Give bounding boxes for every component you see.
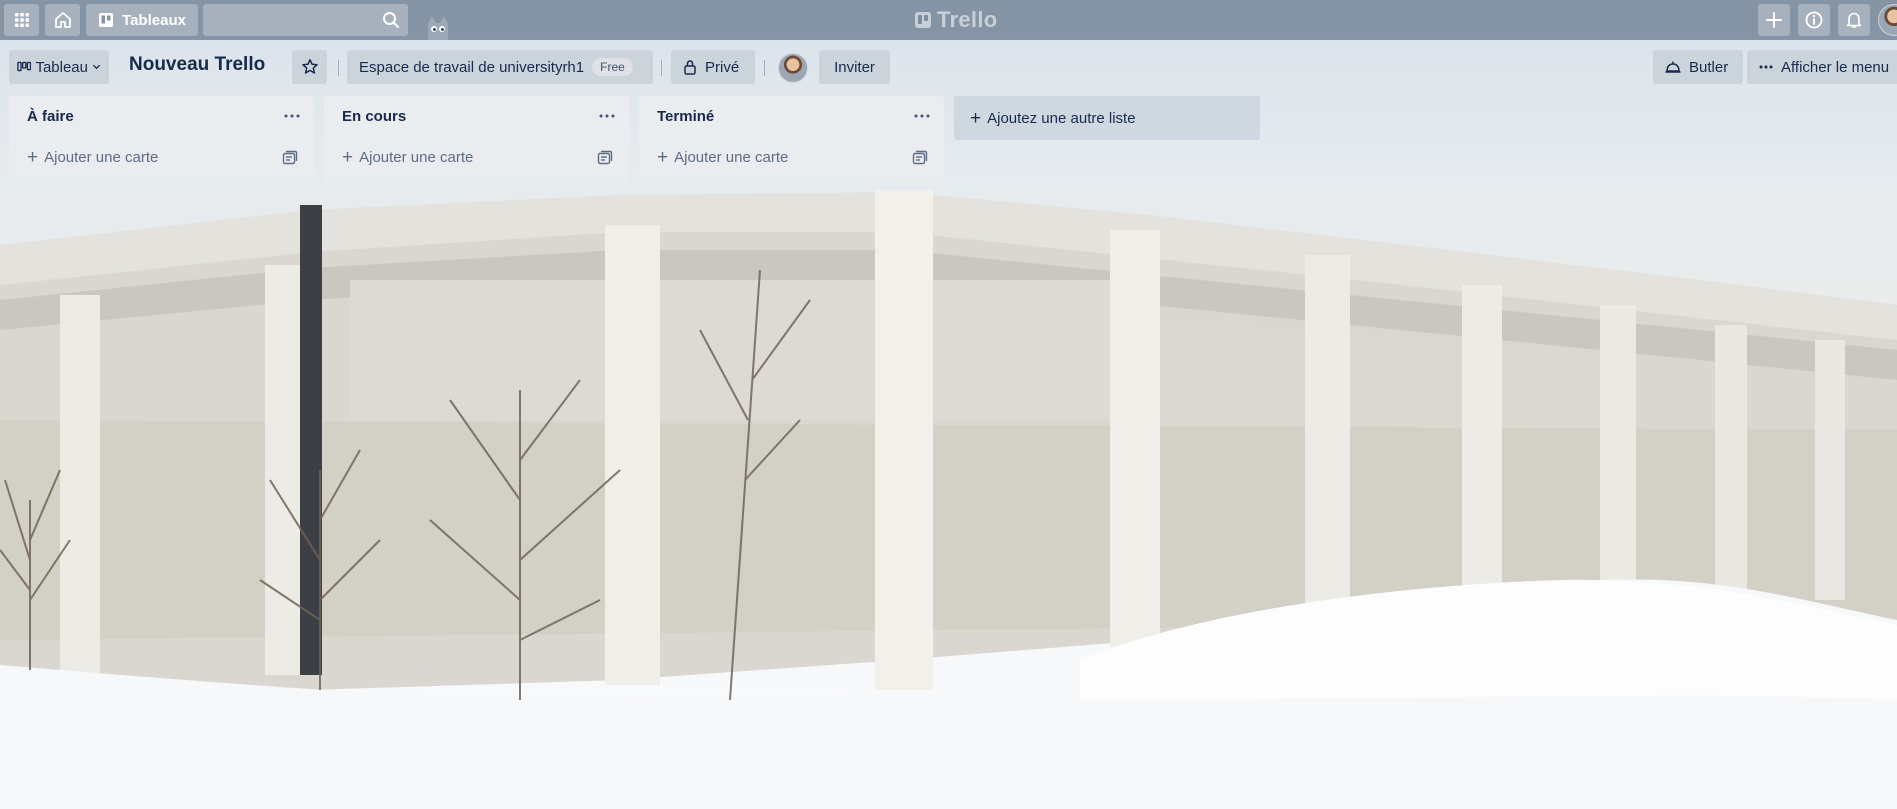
add-card-button[interactable]: + Ajouter une carte <box>342 148 473 167</box>
add-list-label: Ajoutez une autre liste <box>987 109 1136 127</box>
add-list-button[interactable]: + Ajoutez une autre liste <box>954 96 1260 140</box>
card-template-icon[interactable] <box>597 150 613 166</box>
search-box[interactable] <box>203 4 408 36</box>
list-a-faire: À faire + Ajouter une carte <box>9 96 314 183</box>
board-view-switcher[interactable]: Tableau <box>9 50 109 84</box>
plus-icon: + <box>27 147 39 168</box>
header-divider <box>764 60 765 76</box>
card-template-icon[interactable] <box>912 150 928 166</box>
star-icon <box>301 59 318 74</box>
notifications-button[interactable] <box>1838 4 1870 36</box>
add-card-button[interactable]: + Ajouter une carte <box>657 148 788 167</box>
board-view-label: Tableau <box>35 58 88 76</box>
home-button[interactable] <box>45 4 80 36</box>
butler-button[interactable]: Butler <box>1653 50 1743 84</box>
visibility-label: Privé <box>705 58 740 76</box>
list-more-icon[interactable] <box>912 108 932 124</box>
plus-icon: + <box>342 147 354 168</box>
info-button[interactable] <box>1798 4 1830 36</box>
trello-logo-text: Trello <box>937 7 998 32</box>
create-plus-icon <box>1766 12 1782 28</box>
show-menu-button[interactable]: Afficher le menu <box>1747 50 1897 84</box>
workspace-label: Espace de travail de universityrh1 <box>359 58 585 76</box>
invite-button[interactable]: Inviter <box>819 50 890 84</box>
apps-grid-icon <box>14 13 29 27</box>
more-dots-icon <box>1759 65 1773 69</box>
add-card-label: Ajouter une carte <box>44 149 159 166</box>
list-more-icon[interactable] <box>597 108 617 124</box>
invite-label: Inviter <box>834 58 875 76</box>
trello-logo[interactable]: Trello <box>915 6 998 34</box>
board-title[interactable]: Nouveau Trello <box>129 54 265 76</box>
workspace-button[interactable]: Espace de travail de universityrh1 Free <box>347 50 653 84</box>
workspace-plan-badge: Free <box>592 58 633 76</box>
plus-icon: + <box>657 147 669 168</box>
add-card-label: Ajouter une carte <box>674 149 789 166</box>
butler-label: Butler <box>1689 58 1729 76</box>
search-input[interactable] <box>203 4 408 36</box>
star-board-button[interactable] <box>292 50 327 84</box>
lock-icon <box>684 60 696 75</box>
add-card-label: Ajouter une carte <box>359 149 474 166</box>
butler-bell-icon <box>1665 61 1681 73</box>
apps-switcher-button[interactable] <box>4 4 39 36</box>
top-navigation-bar: Tableaux Trello <box>0 0 1897 40</box>
boards-icon <box>99 13 114 27</box>
taco-mascot-icon <box>428 16 448 40</box>
notifications-bell-icon <box>1846 12 1862 28</box>
create-button[interactable] <box>1758 4 1790 36</box>
plus-icon: + <box>970 107 982 129</box>
info-icon <box>1805 11 1823 29</box>
list-title[interactable]: En cours <box>342 108 406 125</box>
list-en-cours: En cours + Ajouter une carte <box>324 96 629 183</box>
board-member-avatar[interactable] <box>778 53 808 83</box>
list-title[interactable]: Terminé <box>657 108 714 125</box>
board-view-icon <box>17 61 32 72</box>
chevron-down-icon <box>92 64 101 70</box>
trello-logo-icon <box>915 12 931 28</box>
header-divider <box>661 60 662 76</box>
list-more-icon[interactable] <box>282 108 302 124</box>
search-icon <box>383 12 400 29</box>
list-termine: Terminé + Ajouter une carte <box>639 96 944 183</box>
user-avatar[interactable] <box>1878 4 1897 36</box>
card-template-icon[interactable] <box>282 150 298 166</box>
visibility-button[interactable]: Privé <box>671 50 755 84</box>
list-title[interactable]: À faire <box>27 108 74 125</box>
board-header: Tableau Nouveau Trello Espace de travail… <box>0 48 1897 88</box>
header-divider <box>338 60 339 76</box>
boards-label: Tableaux <box>122 11 186 29</box>
boards-button[interactable]: Tableaux <box>86 4 198 36</box>
home-icon <box>54 12 71 28</box>
show-menu-label: Afficher le menu <box>1781 58 1890 76</box>
add-card-button[interactable]: + Ajouter une carte <box>27 148 158 167</box>
